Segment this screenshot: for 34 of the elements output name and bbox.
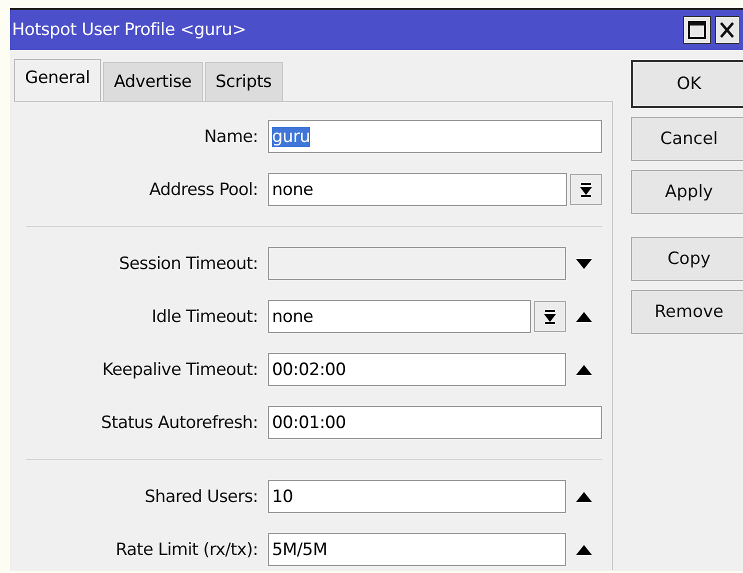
dropdown-button[interactable] <box>570 174 602 205</box>
field-label: Name: <box>203 126 259 146</box>
field-label: Idle Timeout: <box>150 306 259 326</box>
dialog-button[interactable]: OK <box>631 60 743 108</box>
tab[interactable]: Advertise <box>102 62 203 101</box>
collapse-arrow-icon[interactable] <box>576 544 592 554</box>
tab[interactable]: General <box>14 59 101 101</box>
collapse-arrow-icon[interactable] <box>576 492 592 502</box>
window-title: Hotspot User Profile <guru> <box>12 20 248 40</box>
input-field[interactable]: 10 <box>268 480 566 513</box>
dialog-button[interactable]: Copy <box>631 237 743 281</box>
collapse-arrow-icon[interactable] <box>576 364 592 374</box>
input-field[interactable]: 00:02:00 <box>268 353 566 386</box>
close-icon[interactable] <box>715 16 739 44</box>
dropdown-arrow-icon[interactable] <box>580 182 592 196</box>
collapse-arrow-icon[interactable] <box>576 312 592 322</box>
dropdown-field[interactable]: none <box>268 300 531 333</box>
input-field[interactable]: 5M/5M <box>268 533 566 566</box>
maximize-icon[interactable] <box>683 16 711 44</box>
dialog-button[interactable]: Cancel <box>631 117 743 161</box>
input-field[interactable]: 00:01:00 <box>268 406 602 439</box>
dropdown-field[interactable]: none <box>268 173 567 206</box>
field-label: Address Pool: <box>148 180 259 200</box>
dropdown-arrow-icon[interactable] <box>544 310 556 324</box>
input-field[interactable]: guru <box>268 120 602 153</box>
dialog-button[interactable]: Apply <box>631 170 743 214</box>
dropdown-button[interactable] <box>534 301 566 332</box>
dialog-button[interactable]: Remove <box>631 290 743 334</box>
tab[interactable]: Scripts <box>204 62 283 101</box>
field-label: Status Autorefresh: <box>100 412 259 432</box>
field-label: Session Timeout: <box>118 254 259 274</box>
field-label: Shared Users: <box>144 486 259 506</box>
field-label: Rate Limit (rx/tx): <box>114 540 259 560</box>
field-label: Keepalive Timeout: <box>101 360 259 380</box>
